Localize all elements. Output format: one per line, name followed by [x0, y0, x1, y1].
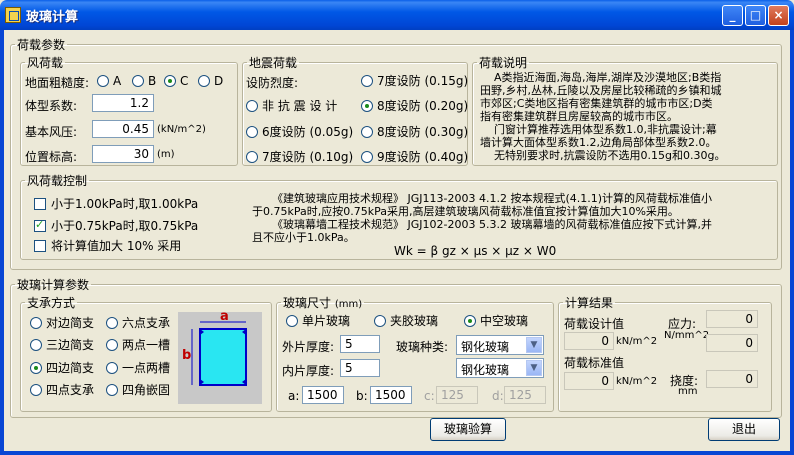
control-check-100[interactable]: 小于1.00kPa时,取1.00kPa — [34, 195, 198, 212]
stress-value: 0 — [706, 310, 758, 328]
support-diagram: a b — [178, 309, 262, 404]
inner-thickness-input[interactable]: 5 — [340, 359, 380, 377]
roughness-label: 地面粗糙度: — [25, 76, 90, 90]
maximize-button[interactable]: □ — [745, 5, 766, 26]
dim-a-input[interactable]: 1500 — [302, 386, 344, 404]
dropdown-arrow-icon[interactable]: ▼ — [526, 337, 542, 353]
roughness-radio-c[interactable]: C — [164, 74, 188, 88]
standard-load-value: 0 — [564, 372, 614, 390]
design-load-value: 0 — [564, 332, 614, 350]
standard-load-label: 荷载标准值 — [564, 356, 625, 370]
outer-thickness-input[interactable]: 5 — [340, 335, 380, 353]
close-button[interactable]: × — [768, 5, 789, 26]
height-label: 位置标高: — [25, 150, 78, 164]
wind-load-legend: 风荷载 — [27, 56, 64, 70]
support-radio-two-point-slot[interactable]: 两点一槽 — [106, 336, 170, 353]
standard-load-unit: kN/m^2 — [616, 376, 658, 387]
stress-unit: N/mm^2 — [664, 330, 710, 341]
base-pressure-label: 基本风压: — [25, 125, 78, 139]
dim-b-field-label: b: — [356, 389, 368, 403]
result-legend: 计算结果 — [565, 296, 614, 310]
support-radio-four-corner[interactable]: 四角嵌固 — [106, 381, 170, 398]
support-radio-three-side[interactable]: 三边简支 — [30, 336, 94, 353]
seismic-radio-9-040[interactable]: 9度设防 (0.40g) — [361, 148, 468, 165]
control-check-10pct[interactable]: 将计算值加大 10% 采用 — [34, 237, 181, 254]
glass-size-legend: 玻璃尺寸 (mm) — [283, 296, 363, 310]
design-load-label: 荷载设计值 — [564, 317, 625, 331]
seismic-load-legend: 地震荷载 — [249, 56, 298, 70]
glass-type-single[interactable]: 单片玻璃 — [286, 312, 350, 329]
dim-a-field-label: a: — [288, 389, 300, 403]
seismic-radio-7-015[interactable]: 7度设防 (0.15g) — [361, 72, 468, 89]
roughness-radio-d[interactable]: D — [198, 74, 223, 88]
dropdown-arrow-icon[interactable]: ▼ — [526, 360, 542, 376]
dim-c-field-label: c: — [424, 389, 435, 403]
support-radio-opposite[interactable]: 对边简支 — [30, 314, 94, 331]
glass-type-insulating[interactable]: 中空玻璃 — [464, 312, 528, 329]
height-input[interactable]: 30 — [92, 145, 154, 163]
app-icon — [5, 7, 21, 23]
glass-kind-label: 玻璃种类: — [396, 340, 449, 354]
deflection-unit: mm — [678, 386, 698, 397]
roughness-radio-b[interactable]: B — [132, 74, 156, 88]
window-title: 玻璃计算 — [26, 10, 79, 25]
control-check-075[interactable]: 小于0.75kPa时,取0.75kPa — [34, 217, 198, 234]
shape-coef-label: 体型系数: — [25, 99, 78, 113]
base-pressure-input[interactable]: 0.45 — [92, 120, 154, 138]
load-params-legend: 荷载参数 — [17, 38, 66, 52]
seismic-radio-7-010[interactable]: 7度设防 (0.10g) — [246, 148, 353, 165]
dialog-client: 荷载参数 风荷载 地面粗糙度: A B C D 体型系数: 1.2 基本风压: … — [4, 30, 790, 451]
support-radio-four-side[interactable]: 四边简支 — [30, 359, 94, 376]
minimize-button[interactable]: _ — [722, 5, 743, 26]
support-radio-one-point-two-slot[interactable]: 一点两槽 — [106, 359, 170, 376]
dim-b-input[interactable]: 1500 — [370, 386, 412, 404]
wind-control-legend: 风荷载控制 — [27, 174, 88, 188]
height-unit: (m) — [157, 149, 175, 160]
seismic-radio-none[interactable]: 非 抗 震 设 计 — [246, 97, 337, 114]
dim-a-label: a — [220, 309, 229, 324]
deflection-value: 0 — [706, 370, 758, 388]
seismic-radio-8-030[interactable]: 8度设防 (0.30g) — [361, 123, 468, 140]
seismic-radio-6-005[interactable]: 6度设防 (0.05g) — [246, 123, 353, 140]
exit-button[interactable]: 退出 — [708, 418, 780, 441]
load-note-legend: 荷载说明 — [479, 56, 528, 70]
dim-d-input[interactable]: 125 — [504, 386, 546, 404]
dim-d-field-label: d: — [492, 389, 504, 403]
stress-value-2: 0 — [706, 334, 758, 352]
shape-coef-input[interactable]: 1.2 — [92, 94, 154, 112]
glass-params-legend: 玻璃计算参数 — [17, 278, 90, 292]
pressure-unit: (kN/m^2) — [157, 124, 206, 135]
glass-kind-outer-select[interactable]: 钢化玻璃 ▼ — [456, 335, 544, 355]
design-load-unit: kN/m^2 — [616, 336, 658, 347]
support-legend: 支承方式 — [27, 296, 76, 310]
wind-formula: Wk = β gz × μs × μz × W0 — [394, 244, 557, 258]
glass-kind-inner-select[interactable]: 钢化玻璃 ▼ — [456, 358, 544, 378]
roughness-radio-a[interactable]: A — [97, 74, 121, 88]
glass-type-laminated[interactable]: 夹胶玻璃 — [374, 312, 438, 329]
support-radio-four-point[interactable]: 四点支承 — [30, 381, 94, 398]
control-spec-text: 《建筑玻璃应用技术规程》 JGJ113-2003 4.1.2 按本规程式(4.1… — [252, 192, 713, 244]
load-note-text: A类指近海面,海岛,海岸,湖岸及沙漠地区;B类指 田野,乡村,丛林,丘陵以及房屋… — [480, 71, 726, 162]
seismic-radio-8-020[interactable]: 8度设防 (0.20g) — [361, 97, 468, 114]
intensity-label: 设防烈度: — [246, 76, 299, 90]
outer-thickness-label: 外片厚度: — [282, 340, 335, 354]
title-bar: 玻璃计算 _ □ × — [0, 0, 794, 30]
dim-c-input[interactable]: 125 — [436, 386, 478, 404]
support-radio-six-point[interactable]: 六点支承 — [106, 314, 170, 331]
dim-b-label: b — [182, 348, 192, 363]
glass-check-button[interactable]: 玻璃验算 — [430, 418, 506, 441]
inner-thickness-label: 内片厚度: — [282, 364, 335, 378]
